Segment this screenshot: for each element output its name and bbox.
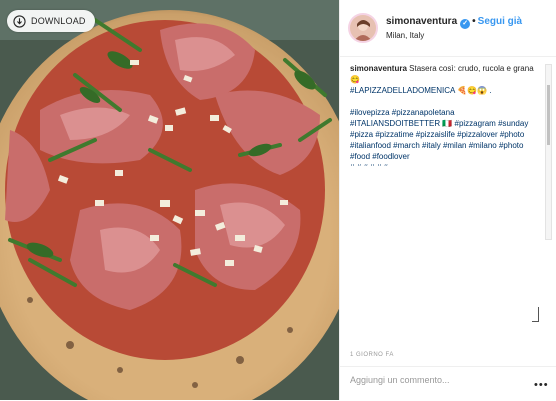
pizza-image (0, 0, 339, 400)
text-cursor-icon (532, 307, 539, 322)
post-photo[interactable]: DOWNLOAD (0, 0, 339, 400)
separator-dot: • (472, 16, 476, 27)
post-timestamp[interactable]: 1 GIORNO FA (350, 352, 394, 358)
caption-hashtag-line[interactable]: #LAPIZZADELLADOMENICA 🍕😋😱 . (350, 85, 536, 96)
caption-hashtags[interactable]: #ilovepizza #pizzanapoletana #ITALIANSDO… (350, 107, 536, 162)
username-link[interactable]: simonaventura (386, 16, 457, 27)
post-header: simonaventura ✓ • Segui già Milan, Italy (340, 0, 556, 57)
following-button[interactable]: Segui già (478, 16, 522, 27)
comment-bar: ••• (340, 366, 556, 401)
verified-badge-icon: ✓ (460, 19, 471, 29)
comment-input[interactable] (350, 375, 500, 385)
post-caption: simonaventura Stasera così: crudo, rucol… (350, 63, 536, 166)
download-button[interactable]: DOWNLOAD (7, 10, 95, 32)
post-side-panel: simonaventura ✓ • Segui già Milan, Italy si… (339, 0, 556, 400)
avatar-image (350, 15, 376, 41)
caption-username[interactable]: simonaventura (350, 64, 407, 73)
location-link[interactable]: Milan, Italy (386, 31, 424, 40)
scrollbar-thumb[interactable] (547, 85, 550, 145)
caption-scrollbar[interactable] (545, 64, 552, 240)
download-label: DOWNLOAD (31, 16, 86, 26)
caption-cut-line: # # # # # # (350, 162, 536, 166)
post-username-line: simonaventura ✓ • Segui già (386, 16, 522, 29)
avatar[interactable] (348, 13, 378, 43)
download-icon (13, 14, 26, 28)
more-options-icon[interactable]: ••• (534, 379, 549, 391)
